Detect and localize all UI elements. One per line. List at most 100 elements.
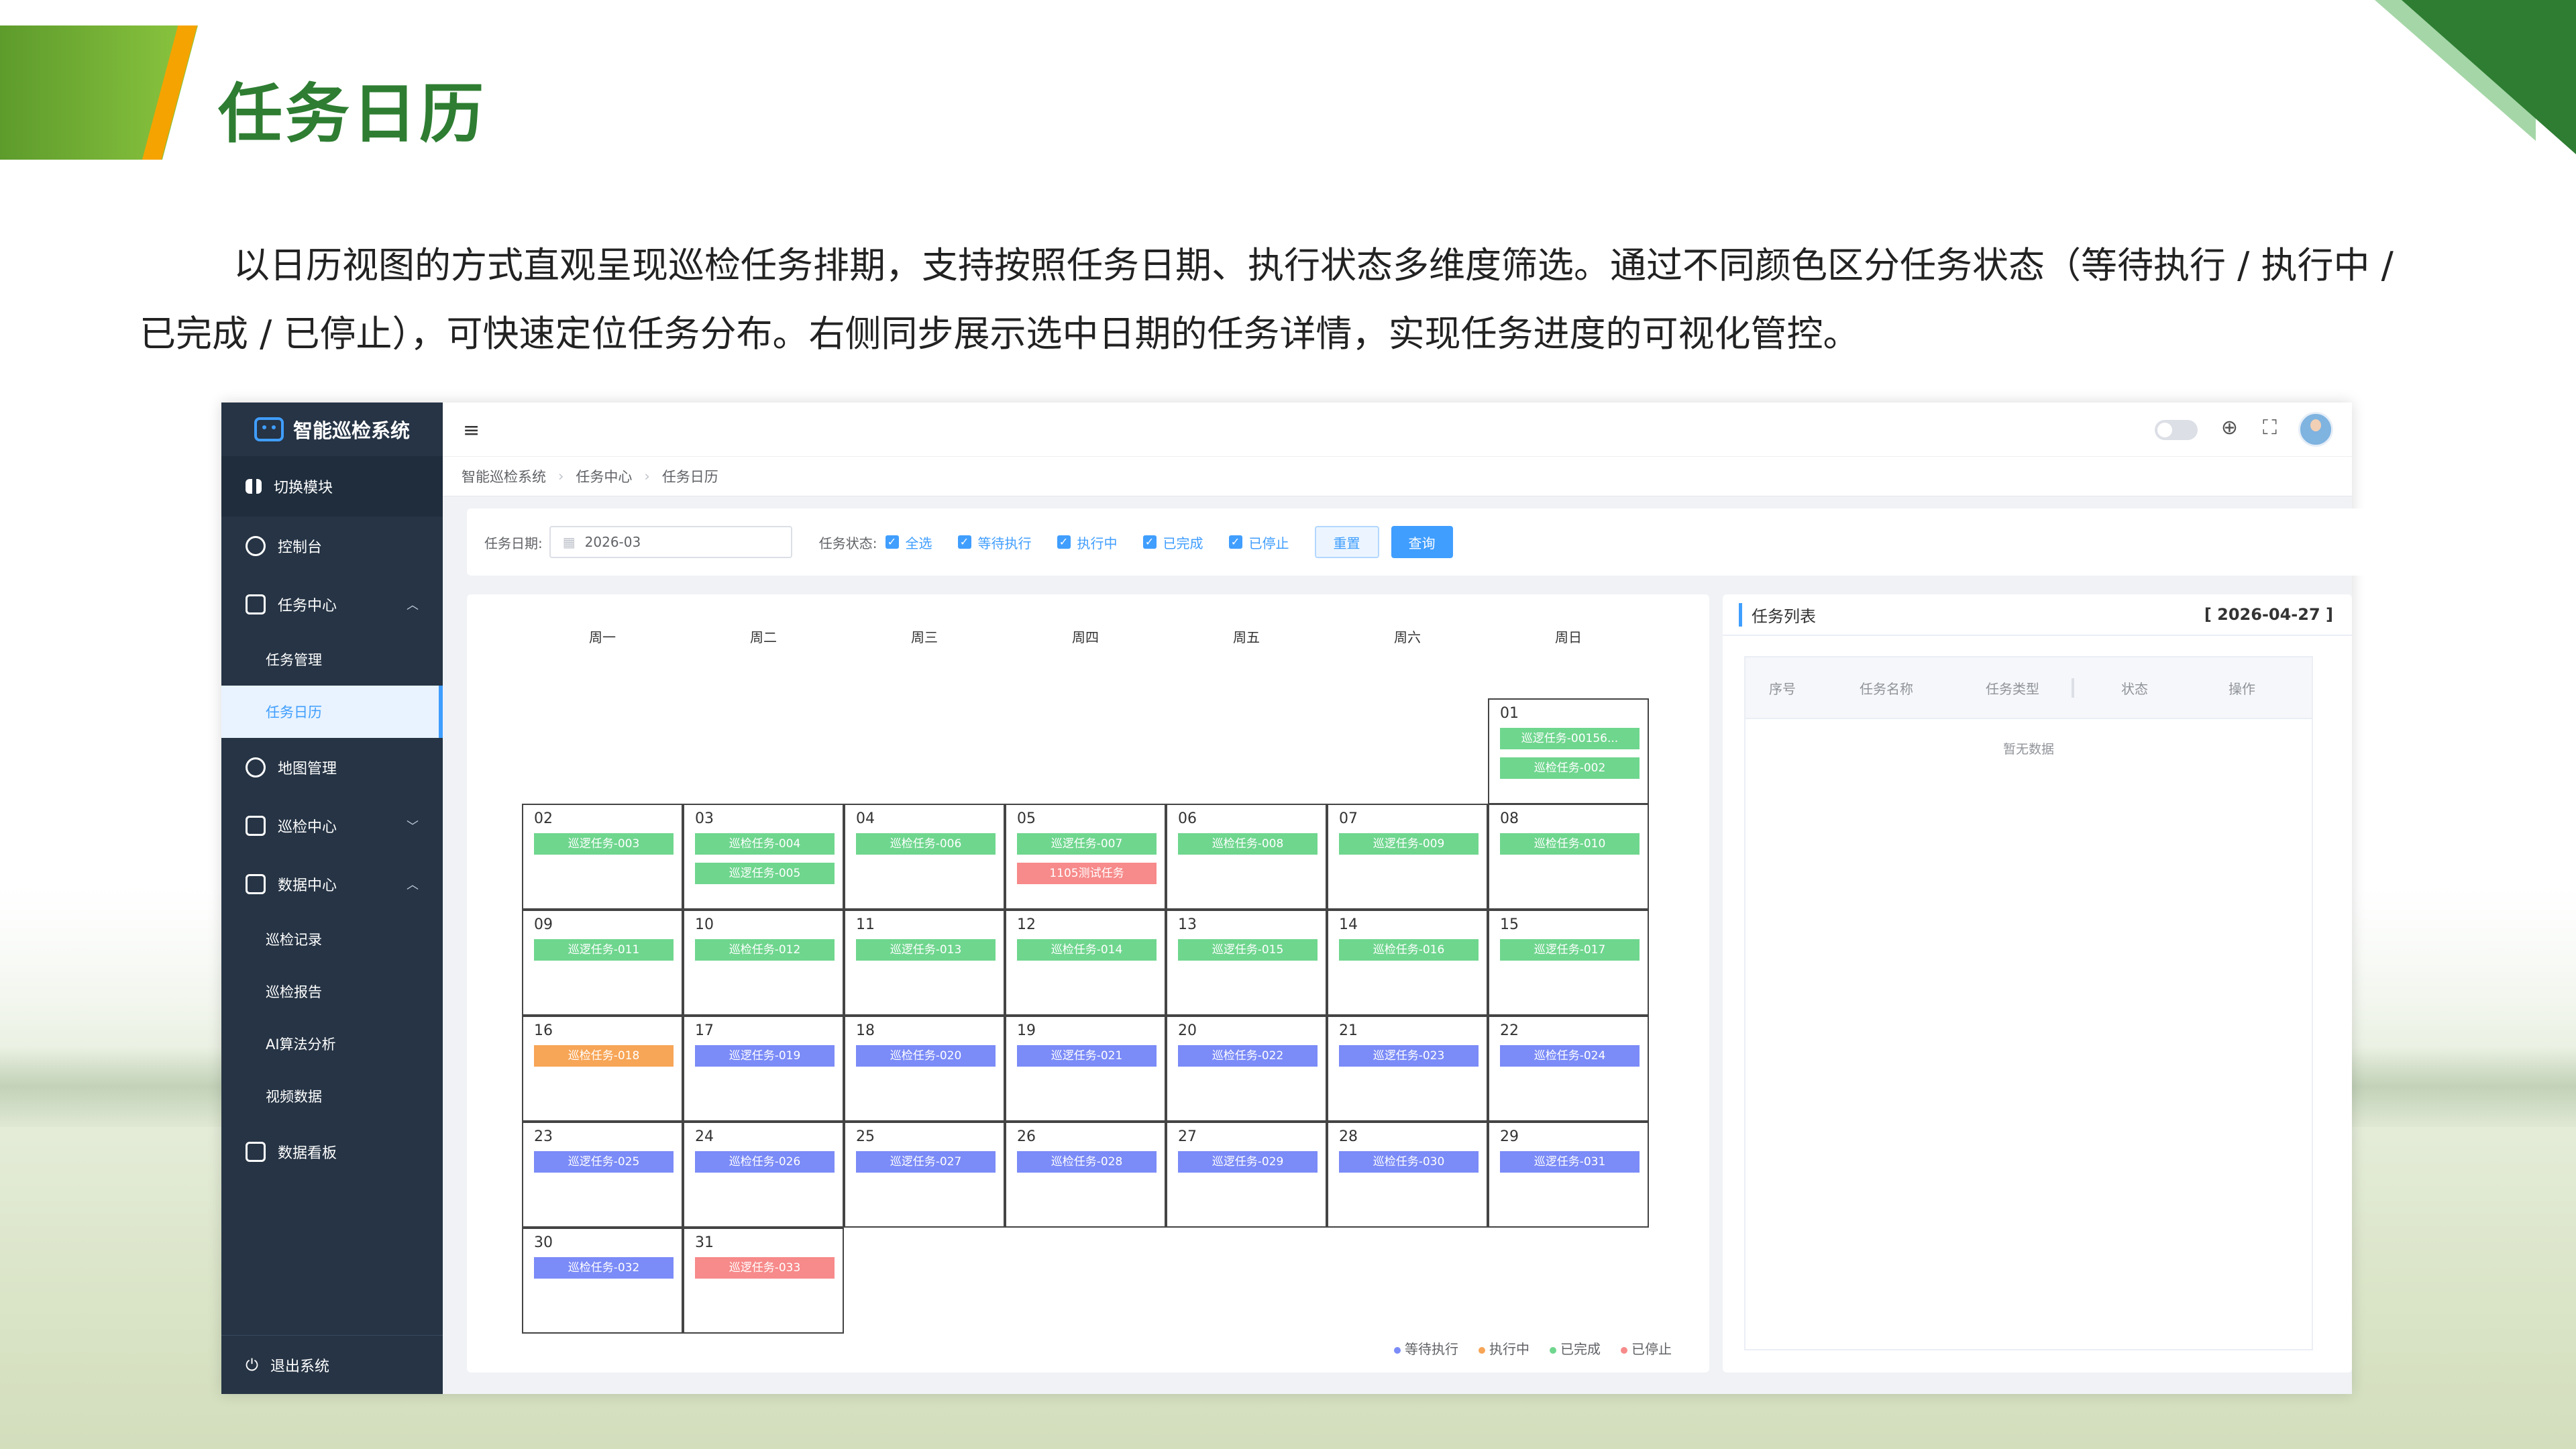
sidebar-item-inspect-center[interactable]: 巡检中心 ﹀ — [221, 796, 443, 855]
month-picker[interactable]: ▦ 2026-03 — [549, 526, 792, 558]
task-chip[interactable]: 巡逻任务-003 — [534, 833, 674, 855]
task-chip[interactable]: 巡逻任务-027 — [856, 1151, 996, 1173]
calendar-day-cell[interactable]: 24 巡检任务-026 — [683, 1122, 844, 1228]
calendar-day-cell[interactable]: 02 巡逻任务-003 — [522, 804, 683, 910]
task-chip[interactable]: 巡检任务-016 — [1339, 939, 1479, 961]
sidebar-item-dashboard[interactable]: 数据看板 — [221, 1122, 443, 1181]
task-chip[interactable]: 巡逻任务-025 — [534, 1151, 674, 1173]
task-chip[interactable]: 巡逻任务-013 — [856, 939, 996, 961]
calendar-day-cell[interactable]: 06 巡检任务-008 — [1166, 804, 1327, 910]
day-number: 01 — [1500, 705, 1519, 722]
task-chip[interactable]: 巡检任务-014 — [1017, 939, 1157, 961]
calendar-day-cell[interactable]: 28 巡检任务-030 — [1327, 1122, 1488, 1228]
task-chip[interactable]: 巡检任务-002 — [1500, 757, 1640, 779]
calendar-day-cell[interactable]: 19 巡逻任务-021 — [1005, 1016, 1166, 1122]
task-chip[interactable]: 巡逻任务-023 — [1339, 1045, 1479, 1067]
calendar-day-cell[interactable]: 25 巡逻任务-027 — [844, 1122, 1005, 1228]
calendar-day-cell[interactable]: 10 巡检任务-012 — [683, 910, 844, 1016]
calendar-day-cell[interactable]: 09 巡逻任务-011 — [522, 910, 683, 1016]
calendar-day-cell[interactable]: 04 巡检任务-006 — [844, 804, 1005, 910]
calendar-day-cell[interactable]: 15 巡逻任务-017 — [1488, 910, 1649, 1016]
calendar-day-cell[interactable]: 17 巡逻任务-019 — [683, 1016, 844, 1122]
task-chip[interactable]: 巡检任务-008 — [1178, 833, 1318, 855]
calendar-day-cell[interactable]: 29 巡逻任务-031 — [1488, 1122, 1649, 1228]
checkbox-all[interactable]: ✓ 全选 — [885, 533, 932, 552]
checkbox-completed[interactable]: ✓ 已完成 — [1142, 533, 1203, 552]
task-chip[interactable]: 巡逻任务-009 — [1339, 833, 1479, 855]
check-icon: ✓ — [885, 535, 899, 549]
calendar-day-cell[interactable]: 27 巡逻任务-029 — [1166, 1122, 1327, 1228]
app-logo[interactable]: 智能巡检系统 — [221, 402, 443, 456]
calendar-day-cell[interactable]: 30 巡检任务-032 — [522, 1228, 683, 1334]
sidebar-item-task-center[interactable]: 任务中心 ︿ — [221, 575, 443, 633]
calendar-day-cell[interactable]: 14 巡检任务-016 — [1327, 910, 1488, 1016]
calendar-day-cell[interactable]: 03 巡检任务-004 巡逻任务-005 — [683, 804, 844, 910]
calendar-day-cell[interactable]: 08 巡检任务-010 — [1488, 804, 1649, 910]
calendar-day-cell[interactable]: 22 巡检任务-024 — [1488, 1016, 1649, 1122]
task-chip[interactable]: 巡逻任务-021 — [1017, 1045, 1157, 1067]
task-chip[interactable]: 巡逻任务-029 — [1178, 1151, 1318, 1173]
task-chip[interactable]: 巡检任务-028 — [1017, 1151, 1157, 1173]
calendar-day-cell[interactable]: 26 巡检任务-028 — [1005, 1122, 1166, 1228]
task-chip[interactable]: 巡逻任务-015 — [1178, 939, 1318, 961]
task-chip[interactable]: 巡检任务-030 — [1339, 1151, 1479, 1173]
task-chip[interactable]: 巡检任务-004 — [695, 833, 835, 855]
task-chip[interactable]: 巡逻任务-033 — [695, 1257, 835, 1279]
sidebar-item-inspect-record[interactable]: 巡检记录 — [221, 913, 443, 965]
calendar-day-cell[interactable]: 31 巡逻任务-033 — [683, 1228, 844, 1334]
sidebar-item-console[interactable]: 控制台 — [221, 517, 443, 575]
check-icon: ✓ — [1228, 535, 1242, 549]
task-chip[interactable]: 巡逻任务-00156... — [1500, 728, 1640, 749]
calendar-day-cell[interactable]: 16 巡检任务-018 — [522, 1016, 683, 1122]
task-chip[interactable]: 巡检任务-012 — [695, 939, 835, 961]
task-chip[interactable]: 巡检任务-006 — [856, 833, 996, 855]
task-chip[interactable]: 巡检任务-026 — [695, 1151, 835, 1173]
calendar-day-cell[interactable]: 11 巡逻任务-013 — [844, 910, 1005, 1016]
task-chip[interactable]: 巡逻任务-011 — [534, 939, 674, 961]
calendar-day-cell[interactable]: 05 巡逻任务-007 1105测试任务 — [1005, 804, 1166, 910]
fullscreen-icon[interactable]: ⛶ — [2263, 416, 2277, 439]
sidebar-item-map-manage[interactable]: 地图管理 — [221, 738, 443, 796]
menu-toggle-icon[interactable]: ≡ — [463, 419, 480, 442]
calendar-day-cell[interactable]: 21 巡逻任务-023 — [1327, 1016, 1488, 1122]
calendar-day-cell[interactable]: 23 巡逻任务-025 — [522, 1122, 683, 1228]
sidebar-item-inspect-report[interactable]: 巡检报告 — [221, 965, 443, 1018]
breadcrumb-item[interactable]: 智能巡检系统 — [462, 466, 546, 486]
sidebar-item-task-calendar[interactable]: 任务日历 — [221, 686, 443, 738]
sidebar-item-data-center[interactable]: 数据中心 ︿ — [221, 855, 443, 913]
task-chip[interactable]: 巡检任务-020 — [856, 1045, 996, 1067]
calendar-day-cell[interactable]: 12 巡检任务-014 — [1005, 910, 1166, 1016]
calendar-day-cell[interactable]: 07 巡逻任务-009 — [1327, 804, 1488, 910]
calendar-day-cell[interactable]: 20 巡检任务-022 — [1166, 1016, 1327, 1122]
calendar-day-cell[interactable]: 13 巡逻任务-015 — [1166, 910, 1327, 1016]
avatar[interactable] — [2298, 412, 2333, 447]
task-chip[interactable]: 巡逻任务-005 — [695, 863, 835, 884]
query-button[interactable]: 查询 — [1391, 526, 1453, 558]
selected-date: [ 2026-04-27 ] — [2204, 605, 2333, 624]
checkbox-waiting[interactable]: ✓ 等待执行 — [957, 533, 1032, 552]
task-chip[interactable]: 巡逻任务-017 — [1500, 939, 1640, 961]
task-chip[interactable]: 巡检任务-032 — [534, 1257, 674, 1279]
sidebar-item-video-data[interactable]: 视频数据 — [221, 1070, 443, 1122]
task-chip[interactable]: 巡检任务-018 — [534, 1045, 674, 1067]
status-legend: 等待执行 执行中 已完成 已停止 — [1394, 1338, 1672, 1358]
sidebar-item-switch-module[interactable]: 切换模块 — [221, 456, 443, 517]
sidebar-item-task-manage[interactable]: 任务管理 — [221, 633, 443, 686]
reset-button[interactable]: 重置 — [1314, 526, 1379, 558]
task-chip[interactable]: 巡逻任务-007 — [1017, 833, 1157, 855]
checkbox-running[interactable]: ✓ 执行中 — [1057, 533, 1118, 552]
sidebar-item-ai-analysis[interactable]: AI算法分析 — [221, 1018, 443, 1070]
task-chip[interactable]: 巡检任务-010 — [1500, 833, 1640, 855]
calendar-day-cell[interactable]: 01 巡逻任务-00156... 巡检任务-002 — [1488, 698, 1649, 804]
globe-icon[interactable]: ⊕ — [2221, 416, 2238, 439]
task-chip[interactable]: 1105测试任务 — [1017, 863, 1157, 884]
calendar-day-cell[interactable]: 18 巡检任务-020 — [844, 1016, 1005, 1122]
task-chip[interactable]: 巡检任务-024 — [1500, 1045, 1640, 1067]
logout-button[interactable]: ⏻ 退出系统 — [221, 1335, 443, 1394]
task-chip[interactable]: 巡逻任务-031 — [1500, 1151, 1640, 1173]
breadcrumb-item[interactable]: 任务中心 — [576, 466, 632, 486]
task-chip[interactable]: 巡检任务-022 — [1178, 1045, 1318, 1067]
task-chip[interactable]: 巡逻任务-019 — [695, 1045, 835, 1067]
theme-toggle-switch[interactable] — [2155, 420, 2198, 440]
checkbox-stopped[interactable]: ✓ 已停止 — [1228, 533, 1289, 552]
